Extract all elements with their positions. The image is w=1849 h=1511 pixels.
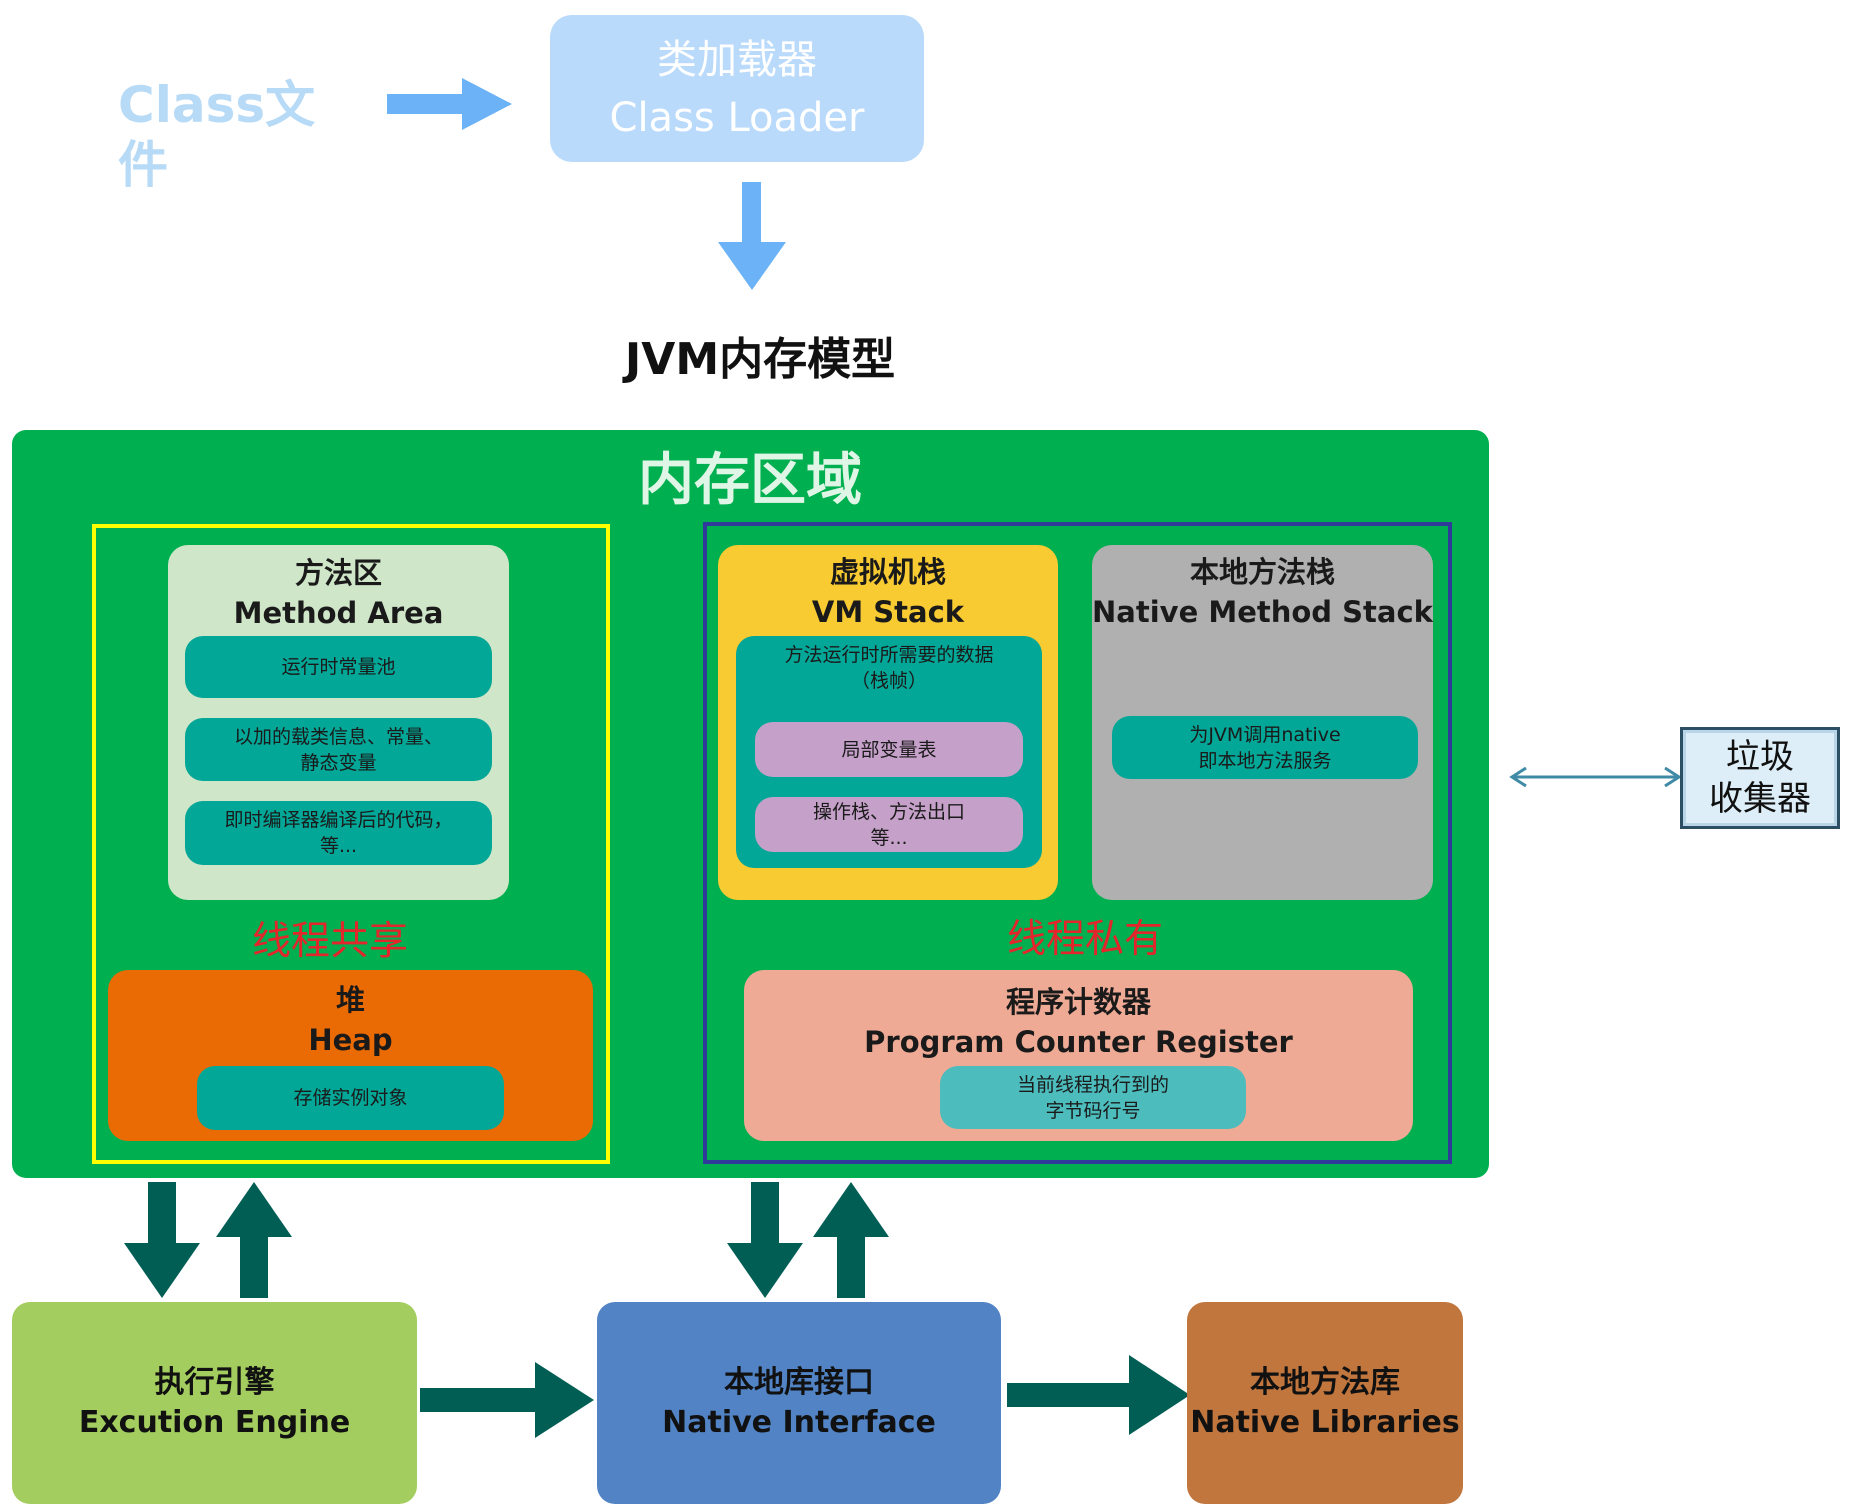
- native-interface-box: 本地库接口 Native Interface: [597, 1302, 1001, 1504]
- garbage-collector-line: 垃圾: [1726, 737, 1794, 777]
- vm-stack-title-en: VM Stack: [811, 595, 965, 629]
- class-loader-title-cn: 类加载器: [657, 36, 817, 83]
- program-counter-item-line: 字节码行号: [1045, 1099, 1141, 1122]
- execution-engine-title-cn: 执行引擎: [154, 1365, 275, 1400]
- program-counter-title-cn: 程序计数器: [1005, 985, 1151, 1019]
- native-interface-title-cn: 本地库接口: [724, 1365, 874, 1400]
- native-method-stack-title-cn: 本地方法栈: [1189, 555, 1335, 589]
- heap-title-en: Heap: [308, 1023, 393, 1057]
- method-area-title-cn: 方法区: [294, 556, 382, 590]
- heap-title-cn: 堆: [335, 983, 365, 1017]
- method-area-item-text: 以加的载类信息、常量、: [233, 725, 443, 748]
- method-area-item: 以加的载类信息、常量、 静态变量: [185, 718, 492, 781]
- stack-frame-text: 方法运行时所需要的数据 （栈帧）: [736, 640, 1042, 696]
- arrow-loader-to-jvm: [718, 182, 786, 290]
- method-area-item: 即时编译器编译后的代码， 等...: [185, 801, 492, 865]
- class-loader-box: 类加载器 Class Loader: [550, 15, 924, 162]
- method-area-item-text: 静态变量: [300, 751, 377, 774]
- native-method-stack-item: 为JVM调用native 即本地方法服务: [1112, 716, 1418, 779]
- arrow-engine-to-memory: [216, 1182, 292, 1298]
- method-area-title-en: Method Area: [233, 596, 444, 630]
- operand-stack-line: 操作栈、方法出口: [812, 800, 965, 823]
- native-libraries-box: 本地方法库 Native Libraries: [1187, 1302, 1463, 1504]
- thread-shared-label: 线程共享: [251, 919, 408, 964]
- native-interface-title-en: Native Interface: [662, 1405, 936, 1440]
- heap-item: 存储实例对象: [197, 1066, 504, 1130]
- method-area-item: 运行时常量池: [185, 636, 492, 698]
- operand-stack: 操作栈、方法出口 等...: [755, 797, 1023, 852]
- native-libraries-title-cn: 本地方法库: [1250, 1365, 1400, 1400]
- class-loader-title-en: Class Loader: [609, 94, 865, 141]
- native-method-stack-item-line: 为JVM调用native: [1189, 723, 1341, 746]
- method-area-item-text: 即时编译器编译后的代码，: [224, 809, 453, 831]
- vm-stack-title-cn: 虚拟机栈: [829, 555, 946, 589]
- arrow-classfile-to-loader: [387, 78, 512, 130]
- native-method-stack-title: 本地方法栈 Native Method Stack: [1092, 552, 1433, 632]
- method-area-item-text: 等...: [319, 835, 358, 857]
- thread-private-label: 线程私有: [1006, 917, 1163, 962]
- stack-frame-line: 方法运行时所需要的数据: [784, 644, 994, 666]
- arrow-engine-to-native-interface: [420, 1362, 594, 1438]
- execution-engine-title-en: Excution Engine: [78, 1405, 351, 1440]
- stack-frame-line: （栈帧）: [850, 670, 927, 692]
- local-variables-table: 局部变量表: [755, 722, 1023, 777]
- native-method-stack-item-line: 即本地方法服务: [1198, 749, 1332, 772]
- program-counter-item-line: 当前线程执行到的: [1016, 1073, 1169, 1096]
- arrow-native-interface-to-libraries: [1007, 1355, 1190, 1435]
- heap-title: 堆 Heap: [108, 978, 593, 1062]
- garbage-collector-line: 收集器: [1709, 779, 1811, 819]
- memory-area-title: 内存区域: [638, 447, 862, 513]
- class-file-label: Class文件: [118, 76, 316, 194]
- operand-stack-line: 等...: [870, 826, 908, 849]
- execution-engine-box: 执行引擎 Excution Engine: [12, 1302, 417, 1504]
- arrow-native-interface-to-memory: [813, 1182, 889, 1298]
- garbage-collector-box: 垃圾 收集器: [1680, 727, 1840, 829]
- program-counter-item: 当前线程执行到的 字节码行号: [940, 1066, 1246, 1129]
- method-area-item-text: 运行时常量池: [281, 656, 396, 678]
- jvm-title: JVM内存模型: [624, 334, 896, 385]
- arrow-memory-to-native-interface: [727, 1182, 803, 1298]
- program-counter-title-en: Program Counter Register: [864, 1025, 1293, 1059]
- method-area-title: 方法区 Method Area: [168, 553, 509, 633]
- program-counter-title: 程序计数器 Program Counter Register: [744, 980, 1413, 1064]
- arrow-memory-to-engine: [124, 1182, 200, 1298]
- vm-stack-title: 虚拟机栈 VM Stack: [718, 552, 1058, 632]
- native-libraries-title-en: Native Libraries: [1190, 1405, 1460, 1440]
- native-method-stack-title-en: Native Method Stack: [1092, 595, 1433, 629]
